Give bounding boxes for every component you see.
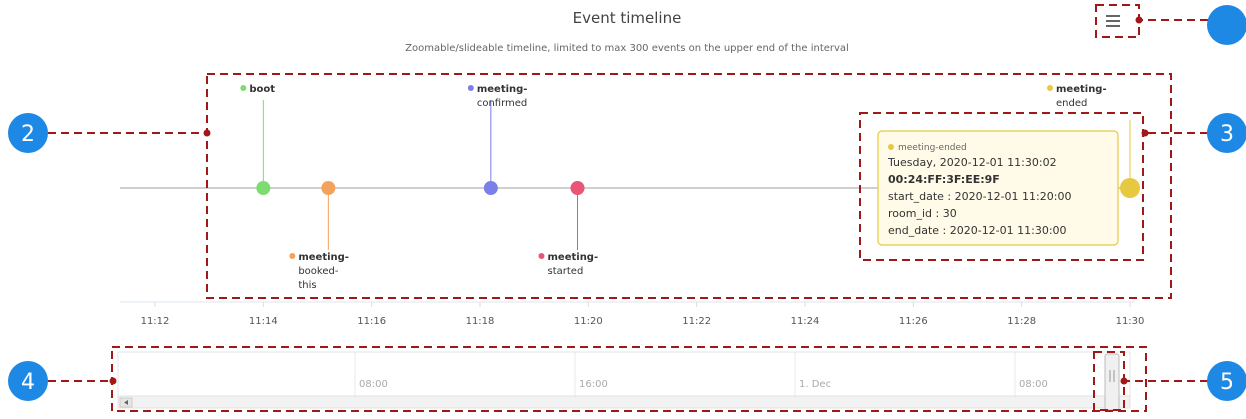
navigator[interactable]: 08:00 16:00 1. Dec 08:00 [117,351,1131,411]
event-point [321,181,336,195]
navigator-label: 16:00 [579,379,608,390]
event-label: meeting- [1056,84,1107,95]
event-label-dot [467,85,474,91]
event-point [256,181,271,195]
leader-handle-dot [1120,377,1128,385]
event-point [1120,178,1140,198]
x-tick-label: 11:24 [791,316,820,327]
event-label: meeting- [548,252,599,263]
callout-2-label: 2 [21,122,35,147]
x-tick-label: 11:12 [141,316,170,327]
navigator-range-handle [1104,353,1120,411]
chart-title: Event timeline [573,9,682,27]
x-tick-label: 11:28 [1007,316,1036,327]
event-meeting-started: meeting-started [538,181,599,277]
tooltip-line: end_date : 2020-12-01 11:30:00 [888,224,1067,237]
chart-subtitle: Zoomable/slideable timeline, limited to … [405,43,849,54]
leader-navigator-dot [109,377,117,385]
event-label-dot [289,253,296,259]
tooltip-line: start_date : 2020-12-01 11:20:00 [888,190,1071,203]
navigator-label: 08:00 [359,379,388,390]
leader-plot-dot [203,129,211,137]
event-point [483,181,498,195]
tooltip-series: meeting-ended [898,143,967,153]
event-label-dot [538,253,545,259]
hamburger-menu-icon[interactable] [1102,13,1124,29]
leader-tooltip-dot [1141,129,1149,137]
tooltip-line: room_id : 30 [888,207,957,220]
tooltip-line: Tuesday, 2020-12-01 11:30:02 [887,156,1057,169]
tooltip-series-dot [888,144,894,150]
event-point [570,181,585,195]
callout-5-label: 5 [1220,370,1234,395]
x-tick-label: 11:22 [682,316,711,327]
x-tick-label: 11:16 [357,316,386,327]
callout-1 [1207,5,1246,45]
x-tick-label: 11:30 [1116,316,1145,327]
navigator-scrollbar [117,395,1131,409]
event-meeting-booked-this: meeting-booked-this [289,181,349,291]
tooltip-line: 00:24:FF:3F:EE:9F [888,173,1000,186]
leader-menu-dot [1135,16,1143,24]
event-label: this [298,280,316,291]
callout-4-label: 4 [21,370,35,395]
event-label: boot [249,84,275,95]
navigator-label: 1. Dec [799,379,831,390]
x-tick-label: 11:14 [249,316,278,327]
x-tick-label: 11:26 [899,316,928,327]
event-label: booked- [298,266,339,277]
x-tick-label: 11:20 [574,316,603,327]
event-label: meeting- [477,84,528,95]
event-label: ended [1056,98,1087,109]
event-label: confirmed [477,98,527,109]
event-label: meeting- [298,252,349,263]
event-boot: boot [240,84,275,195]
x-tick-label: 11:18 [466,316,495,327]
event-label-dot [1047,85,1053,91]
navigator-label: 08:00 [1019,379,1048,390]
event-label-dot [240,85,247,91]
event-meeting-confirmed: meeting-confirmed [467,84,528,195]
event-timeline-figure: Event timeline Zoomable/slideable timeli… [8,4,1246,412]
tooltip: meeting-ended Tuesday, 2020-12-01 11:30:0… [877,130,1119,246]
callout-3-label: 3 [1220,122,1234,147]
event-label: started [548,266,584,277]
navigator-frame [117,351,1131,397]
